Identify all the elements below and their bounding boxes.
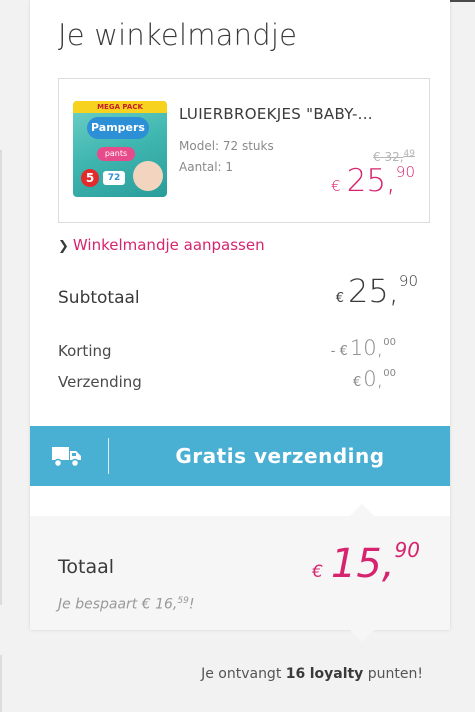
cart-dropdown-panel: Je winkelmandje MEGA PACK Pampers pants … <box>30 0 450 642</box>
total-section: Totaal Je bespaart € 16,59! €15,90 <box>30 504 450 642</box>
adjust-cart-link[interactable]: ❯ Winkelmandje aanpassen <box>58 236 265 254</box>
total-dec: 90 <box>394 538 420 562</box>
product-image-band: MEGA PACK <box>73 101 167 113</box>
total-int: 15, <box>330 541 395 587</box>
subtotal-value: €25,90 <box>336 272 418 310</box>
total-currency: € <box>312 562 323 582</box>
subtotal-int: 25, <box>348 272 399 310</box>
notch-decoration <box>350 630 374 642</box>
cart-product-item[interactable]: MEGA PACK Pampers pants 5 72 LUIERBROEKJ… <box>58 78 430 223</box>
product-price: €25,90 <box>331 163 415 199</box>
total-value: €15,90 <box>312 538 420 587</box>
discount-int: 10, <box>349 336 384 360</box>
free-shipping-text: Gratis verzending <box>175 444 385 468</box>
price-currency: € <box>331 177 341 195</box>
savings-prefix: Je bespaart € 16, <box>58 596 178 613</box>
loyalty-prefix: Je ontvangt <box>201 666 282 682</box>
free-shipping-banner: Gratis verzending <box>30 426 450 486</box>
loyalty-word: loyalty <box>309 666 364 682</box>
total-label: Totaal <box>58 556 115 578</box>
loyalty-suffix: punten! <box>367 666 423 682</box>
truck-icon <box>52 444 82 468</box>
subtotal-label: Subtotaal <box>58 288 140 308</box>
discount-dec: 00 <box>383 337 396 348</box>
discount-value: - €10,00 <box>331 336 396 360</box>
banner-divider <box>108 438 109 474</box>
product-name[interactable]: LUIERBROEKJES "BABY-... <box>179 105 373 123</box>
price-dec: 90 <box>395 163 415 181</box>
shipping-dec: 00 <box>383 368 396 379</box>
old-price-currency: € <box>372 150 381 164</box>
shipping-label: Verzending <box>58 373 142 391</box>
savings-suffix: ! <box>188 596 195 613</box>
product-image[interactable]: MEGA PACK Pampers pants 5 72 <box>73 101 167 197</box>
shipping-currency: € <box>352 375 362 390</box>
subtotal-dec: 90 <box>398 272 418 290</box>
savings-dec: 59 <box>177 596 189 606</box>
product-image-size: 5 <box>81 169 99 187</box>
product-image-brand: Pampers <box>87 117 149 139</box>
old-price-int: 32, <box>384 150 404 164</box>
background-divider <box>0 655 2 712</box>
old-price-dec: 49 <box>403 149 415 159</box>
shipping-value: €0,00 <box>353 367 396 391</box>
discount-label: Korting <box>58 342 112 360</box>
adjust-cart-label: Winkelmandje aanpassen <box>72 236 265 254</box>
discount-currency: - € <box>330 344 348 359</box>
product-image-line: pants <box>97 147 135 161</box>
product-model: Model: 72 stuks <box>179 139 274 153</box>
product-quantity: Aantal: 1 <box>179 160 234 174</box>
loyalty-points: 16 <box>285 666 306 682</box>
notch-decoration <box>350 504 374 516</box>
loyalty-points-text: Je ontvangt 16 loyalty punten! <box>201 666 423 682</box>
product-image-baby <box>133 161 163 191</box>
shipping-int: 0, <box>363 367 384 391</box>
product-old-price: € 32,49 <box>373 149 415 164</box>
savings-text: Je bespaart € 16,59! <box>58 596 194 613</box>
chevron-right-icon: ❯ <box>58 239 69 254</box>
cart-title: Je winkelmandje <box>58 18 298 52</box>
product-image-count: 72 <box>103 171 125 185</box>
subtotal-currency: € <box>335 291 345 306</box>
price-int: 25, <box>346 163 396 199</box>
background-divider <box>0 150 2 605</box>
